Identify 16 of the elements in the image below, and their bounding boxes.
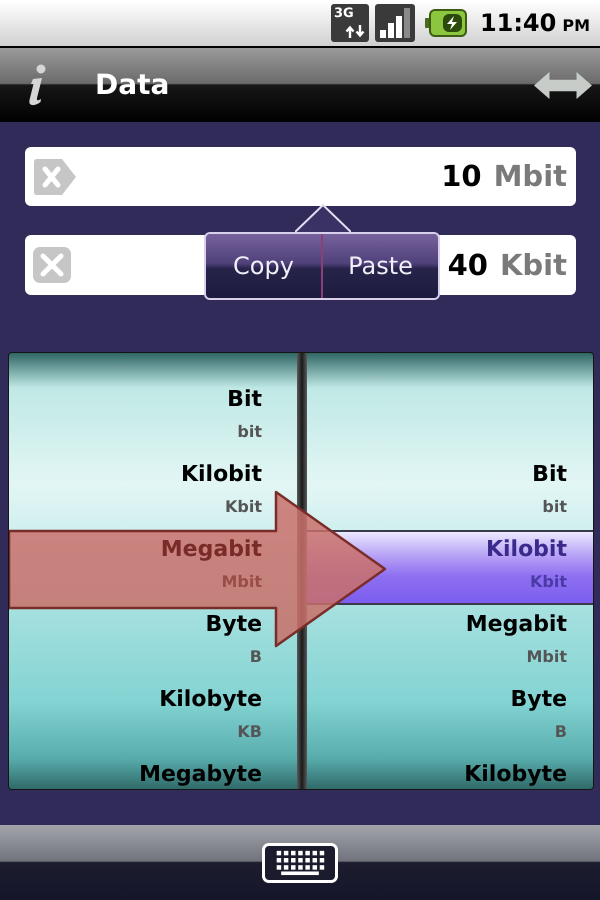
- unit-label: Kbit: [500, 250, 567, 280]
- screen-title: Data: [95, 71, 170, 99]
- unit-symbol: B: [554, 722, 567, 742]
- unit-symbol: bit: [237, 422, 262, 442]
- unit-symbol: B: [250, 647, 262, 667]
- field-value: 40: [448, 250, 488, 280]
- unit-symbol: Mbit: [526, 647, 567, 667]
- clock-period: PM: [562, 18, 590, 34]
- unit-symbol: bit: [542, 497, 567, 517]
- network-type: 3G: [334, 7, 354, 21]
- unit-label: Mbit: [494, 162, 567, 191]
- clock-time: 11:40: [480, 11, 556, 35]
- unit-symbol: Kbit: [530, 572, 567, 592]
- field-value: 10: [441, 162, 482, 191]
- unit-symbol: Kbit: [225, 497, 262, 517]
- unit-symbol: KB: [237, 722, 262, 742]
